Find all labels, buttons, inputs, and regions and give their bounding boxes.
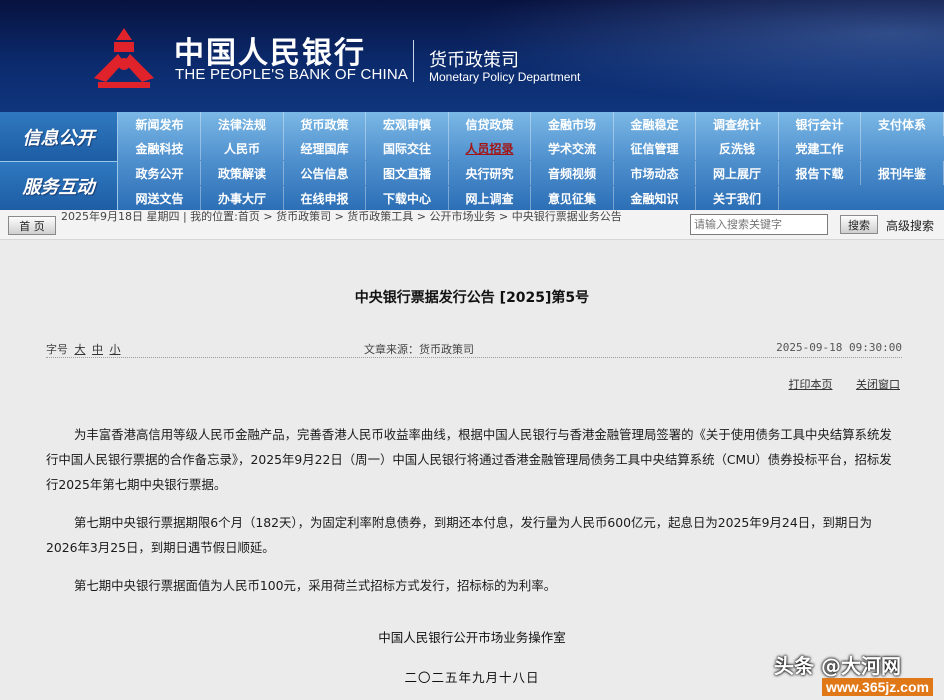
nav-item[interactable]: 金融知识 bbox=[614, 186, 696, 210]
close-window-link[interactable]: 关闭窗口 bbox=[856, 378, 900, 391]
nav-item[interactable]: 政务公开 bbox=[119, 161, 201, 185]
nav-item[interactable]: 金融稳定 bbox=[614, 112, 696, 136]
home-button[interactable]: 首 页 bbox=[8, 216, 56, 235]
nav-item[interactable]: 金融市场 bbox=[532, 112, 614, 136]
nav-item[interactable]: 关于我们 bbox=[697, 186, 779, 210]
advanced-search-link[interactable]: 高级搜索 bbox=[886, 217, 934, 234]
article-datetime: 2025-09-18 09:30:00 bbox=[776, 341, 902, 354]
article-paragraph: 第七期中央银行票据面值为人民币100元，采用荷兰式招标方式发行，招标标的为利率。 bbox=[74, 578, 557, 593]
search-button[interactable]: 搜索 bbox=[840, 215, 878, 234]
article-area: 中央银行票据发行公告 [2025]第5号 字号 大 中 小 文章来源：货币政策司… bbox=[0, 241, 944, 700]
nav-item[interactable]: 经理国库 bbox=[284, 136, 366, 160]
nav-item[interactable]: 图文直播 bbox=[367, 161, 449, 185]
nav-item[interactable]: 调查统计 bbox=[697, 112, 779, 136]
nav-item[interactable]: 下载中心 bbox=[367, 186, 449, 210]
nav-item[interactable]: 办事大厅 bbox=[202, 186, 284, 210]
nav-item[interactable]: 金融科技 bbox=[119, 136, 201, 160]
main-navigation: 信息公开 服务互动 新闻发布 法律法规 货币政策 宏观审慎 信贷政策 金融市场 金融稳定 调查… bbox=[0, 112, 944, 210]
article-source: 文章来源：货币政策司 bbox=[364, 343, 474, 356]
nav-item[interactable]: 信贷政策 bbox=[449, 112, 531, 136]
article-meta: 字号 大 中 小 文章来源：货币政策司 2025-09-18 09:30:00 bbox=[46, 336, 902, 358]
nav-item[interactable]: 意见征集 bbox=[532, 186, 614, 210]
site-header: 中国人民银行 THE PEOPLE'S BANK OF CHINA 货币政策司 … bbox=[0, 0, 944, 112]
nav-item[interactable]: 人民币 bbox=[202, 136, 284, 160]
nav-item[interactable]: 网上展厅 bbox=[697, 161, 779, 185]
nav-item[interactable]: 报告下载 bbox=[779, 161, 861, 185]
bank-name-en: THE PEOPLE'S BANK OF CHINA bbox=[175, 66, 409, 83]
nav-item[interactable]: 党建工作 bbox=[779, 136, 861, 160]
nav-section-info-disclosure[interactable]: 信息公开 bbox=[0, 112, 118, 161]
nav-item[interactable]: 人员招录 bbox=[449, 136, 531, 160]
watermark-text: 头条 @大河网 bbox=[774, 654, 901, 678]
nav-item[interactable]: 网上调查 bbox=[449, 186, 531, 210]
font-size-small[interactable]: 小 bbox=[110, 343, 121, 356]
search-input[interactable] bbox=[690, 214, 828, 235]
nav-item[interactable]: 公告信息 bbox=[284, 161, 366, 185]
nav-item[interactable]: 银行会计 bbox=[779, 112, 861, 136]
nav-item[interactable]: 政策解读 bbox=[202, 161, 284, 185]
article-paragraph: 为丰富香港高信用等级人民币金融产品，完善香港人民币收益率曲线，根据中国人民银行与… bbox=[46, 427, 892, 492]
header-divider bbox=[413, 40, 414, 82]
nav-item[interactable]: 国际交往 bbox=[367, 136, 449, 160]
nav-item[interactable]: 法律法规 bbox=[202, 112, 284, 136]
font-size-selector: 字号 大 中 小 bbox=[46, 341, 121, 357]
nav-item[interactable]: 网送文告 bbox=[119, 186, 201, 210]
article-paragraph: 第七期中央银行票据期限6个月（182天），为固定利率附息债券，到期还本付息，发行… bbox=[46, 515, 873, 555]
nav-item[interactable]: 音频视频 bbox=[532, 161, 614, 185]
breadcrumb: 2025年9月18日 星期四 | 我的位置:首页 > 货币政策司 > 货币政策工… bbox=[61, 210, 622, 223]
department-name-cn: 货币政策司 bbox=[429, 50, 519, 71]
nav-item[interactable]: 货币政策 bbox=[284, 112, 366, 136]
nav-item[interactable]: 央行研究 bbox=[449, 161, 531, 185]
font-size-label: 字号 bbox=[46, 343, 68, 356]
nav-item[interactable]: 征信管理 bbox=[614, 136, 696, 160]
nav-item[interactable]: 反洗钱 bbox=[697, 136, 779, 160]
nav-section-service-interaction[interactable]: 服务互动 bbox=[0, 161, 118, 210]
nav-item[interactable]: 市场动态 bbox=[614, 161, 696, 185]
pboc-logo-icon[interactable] bbox=[88, 24, 160, 90]
article-signature: 中国人民银行公开市场业务操作室 bbox=[378, 630, 566, 645]
nav-links-grid: 新闻发布 法律法规 货币政策 宏观审慎 信贷政策 金融市场 金融稳定 调查统计 银行会计 支付体系… bbox=[119, 112, 944, 210]
nav-item[interactable]: 支付体系 bbox=[862, 112, 944, 136]
nav-item[interactable]: 新闻发布 bbox=[119, 112, 201, 136]
nav-item[interactable]: 学术交流 bbox=[532, 136, 614, 160]
article-title: 中央银行票据发行公告 [2025]第5号 bbox=[354, 290, 590, 306]
nav-item[interactable]: 报刊年鉴 bbox=[862, 161, 944, 185]
font-size-large[interactable]: 大 bbox=[75, 343, 86, 356]
font-size-medium[interactable]: 中 bbox=[92, 343, 103, 356]
watermark-url: www.365jz.com bbox=[822, 678, 933, 696]
print-page-link[interactable]: 打印本页 bbox=[789, 378, 833, 391]
nav-item[interactable]: 在线申报 bbox=[284, 186, 366, 210]
page-actions: 打印本页 关闭窗口 bbox=[769, 376, 901, 392]
nav-item[interactable]: 宏观审慎 bbox=[367, 112, 449, 136]
department-name-en: Monetary Policy Department bbox=[429, 70, 581, 84]
